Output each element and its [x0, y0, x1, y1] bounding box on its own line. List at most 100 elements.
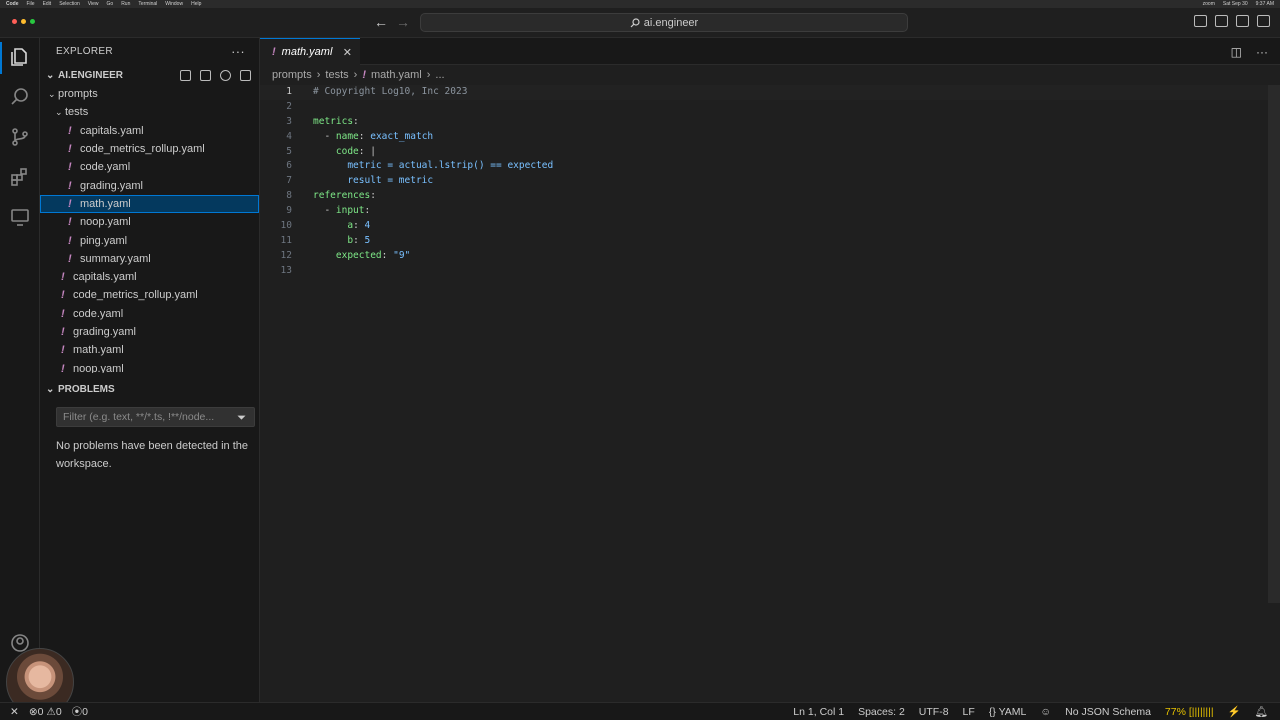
collapse-all-icon[interactable] — [240, 69, 251, 81]
refresh-icon[interactable] — [220, 69, 231, 81]
code-line[interactable]: 9 - input: — [260, 204, 1280, 219]
code-token: : — [353, 115, 359, 127]
code-line[interactable]: 6 metric = actual.lstrip() == expected — [260, 159, 1280, 174]
vertical-scrollbar[interactable] — [1268, 85, 1280, 603]
mac-menu-item[interactable]: File — [27, 1, 35, 7]
encoding[interactable]: UTF-8 — [919, 706, 949, 718]
extensions-icon[interactable] — [9, 166, 31, 188]
back-arrow-icon[interactable]: ← — [374, 14, 388, 30]
line-content: metrics: — [313, 115, 359, 130]
end-of-line[interactable]: LF — [963, 706, 975, 718]
tree-file[interactable]: ! ping.yaml — [40, 231, 259, 249]
breadcrumb-item[interactable]: prompts — [272, 69, 312, 81]
line-number: 8 — [286, 190, 292, 202]
mac-menu-item[interactable]: Help — [191, 1, 201, 7]
code-line[interactable]: 5 code: | — [260, 145, 1280, 160]
mac-menu-item[interactable]: View — [88, 1, 99, 7]
filter-funnel-icon[interactable]: ⏷ — [237, 412, 246, 425]
tree-file[interactable]: ! capitals.yaml — [40, 268, 259, 286]
code-token: - — [313, 130, 336, 142]
new-folder-icon[interactable] — [200, 69, 211, 81]
mac-menu-item[interactable]: Code — [6, 1, 19, 7]
toggle-panel-icon[interactable] — [1215, 15, 1228, 27]
tree-file[interactable]: ! capitals.yaml — [40, 122, 259, 140]
problems-filter-input[interactable]: Filter (e.g. text, **/*.ts, !**/node... … — [56, 407, 255, 427]
forward-arrow-icon[interactable]: → — [396, 14, 410, 30]
cursor-position[interactable]: Ln 1, Col 1 — [793, 706, 844, 718]
command-center-label: ai.engineer — [643, 16, 699, 29]
code-editor[interactable]: 1 # Copyright Log10, Inc 2023 2 3 metrics: 4 … — [260, 85, 1280, 279]
bell-icon[interactable]: 🔔︎ — [1255, 705, 1268, 718]
search-icon[interactable] — [9, 86, 31, 108]
code-line[interactable]: 2 — [260, 100, 1280, 115]
language-mode[interactable]: {} YAML — [989, 706, 1027, 718]
tree-file[interactable]: ! code_metrics_rollup.yaml — [40, 286, 259, 304]
mac-status-item: 9:37 AM — [1255, 1, 1274, 7]
tree-file[interactable]: ! code.yaml — [40, 305, 259, 323]
minimize-window-button[interactable] — [21, 19, 26, 24]
tab-math-yaml[interactable]: ! math.yaml ✕ — [260, 38, 360, 65]
maximize-window-button[interactable] — [30, 19, 35, 24]
mac-menu-item[interactable]: Window — [165, 1, 183, 7]
tree-folder[interactable]: ⌄ prompts — [40, 85, 259, 103]
line-number: 9 — [286, 205, 292, 217]
remote-explorer-icon[interactable] — [9, 206, 31, 228]
problems-empty-message: No problems have been detected in the wo… — [56, 440, 249, 470]
tree-file[interactable]: ! math.yaml — [40, 194, 259, 214]
editor-area: ! math.yaml ✕ ◫ ··· prompts › tests ›! math.… — [260, 38, 1280, 702]
copilot-icon[interactable]: ☺ — [1040, 706, 1051, 718]
tree-file[interactable]: ! code.yaml — [40, 158, 259, 176]
code-line[interactable]: 1 # Copyright Log10, Inc 2023 — [260, 85, 1280, 100]
tree-file[interactable]: ! code_metrics_rollup.yaml — [40, 140, 259, 158]
explorer-sidebar: EXPLORER ··· ⌄ AI.ENGINEER ⌄ prompts ⌄ test… — [40, 38, 260, 702]
toggle-primary-sidebar-icon[interactable] — [1194, 15, 1207, 27]
code-line[interactable]: 4 - name: exact_match — [260, 130, 1280, 145]
tree-file[interactable]: ! noop.yaml — [40, 359, 259, 373]
code-line[interactable]: 12 expected: "9" — [260, 249, 1280, 264]
json-schema-status[interactable]: No JSON Schema — [1065, 706, 1151, 718]
split-editor-icon[interactable]: ◫ — [1231, 45, 1242, 59]
close-tab-icon[interactable]: ✕ — [343, 46, 352, 59]
tree-item-label: code.yaml — [73, 307, 124, 320]
tree-folder[interactable]: ⌄ tests — [40, 103, 259, 121]
more-actions-icon[interactable]: ··· — [231, 44, 245, 59]
code-line[interactable]: 3 metrics: — [260, 115, 1280, 130]
breadcrumb-item[interactable]: tests — [325, 69, 348, 81]
tree-file[interactable]: ! noop.yaml — [40, 213, 259, 231]
explorer-files-icon[interactable] — [9, 46, 31, 68]
workspace-section-header[interactable]: ⌄ AI.ENGINEER — [40, 65, 259, 85]
breadcrumb-item[interactable]: ... — [435, 69, 444, 81]
problems-status[interactable]: ⊗0 ⚠0 — [29, 706, 62, 718]
indentation[interactable]: Spaces: 2 — [858, 706, 905, 718]
breadcrumb-item[interactable]: math.yaml — [371, 69, 422, 81]
code-line[interactable]: 13 — [260, 264, 1280, 279]
tree-file[interactable]: ! summary.yaml — [40, 250, 259, 268]
more-actions-icon[interactable]: ··· — [1256, 45, 1268, 59]
tree-file[interactable]: ! math.yaml — [40, 341, 259, 359]
command-center-search[interactable]: ai.engineer — [420, 13, 908, 32]
mac-menu-item[interactable]: Edit — [43, 1, 52, 7]
code-line[interactable]: 7 result = metric — [260, 174, 1280, 189]
problems-section-header[interactable]: ⌄ PROBLEMS — [40, 379, 259, 399]
mac-menu-item[interactable]: Terminal — [138, 1, 157, 7]
code-line[interactable]: 8 references: — [260, 189, 1280, 204]
remote-indicator[interactable]: ✕ — [10, 706, 19, 718]
tree-file[interactable]: ! grading.yaml — [40, 323, 259, 341]
chevron-down-icon: ⌄ — [48, 88, 56, 99]
code-token: : — [353, 220, 365, 232]
new-file-icon[interactable] — [180, 69, 191, 81]
yaml-file-icon: ! — [68, 179, 72, 192]
customize-layout-icon[interactable] — [1257, 15, 1270, 27]
code-line[interactable]: 10 a: 4 — [260, 219, 1280, 234]
source-control-icon[interactable] — [9, 126, 31, 148]
mac-menu-item[interactable]: Selection — [59, 1, 80, 7]
mac-menu-item[interactable]: Go — [107, 1, 114, 7]
close-window-button[interactable] — [12, 19, 17, 24]
error-icon: ⊗ — [28, 705, 38, 718]
toggle-secondary-sidebar-icon[interactable] — [1236, 15, 1249, 27]
mac-menu-item[interactable]: Run — [121, 1, 130, 7]
search-icon — [630, 17, 640, 27]
ports-status[interactable]: ⦿0 — [72, 704, 88, 719]
code-line[interactable]: 11 b: 5 — [260, 234, 1280, 249]
tree-file[interactable]: ! grading.yaml — [40, 176, 259, 194]
